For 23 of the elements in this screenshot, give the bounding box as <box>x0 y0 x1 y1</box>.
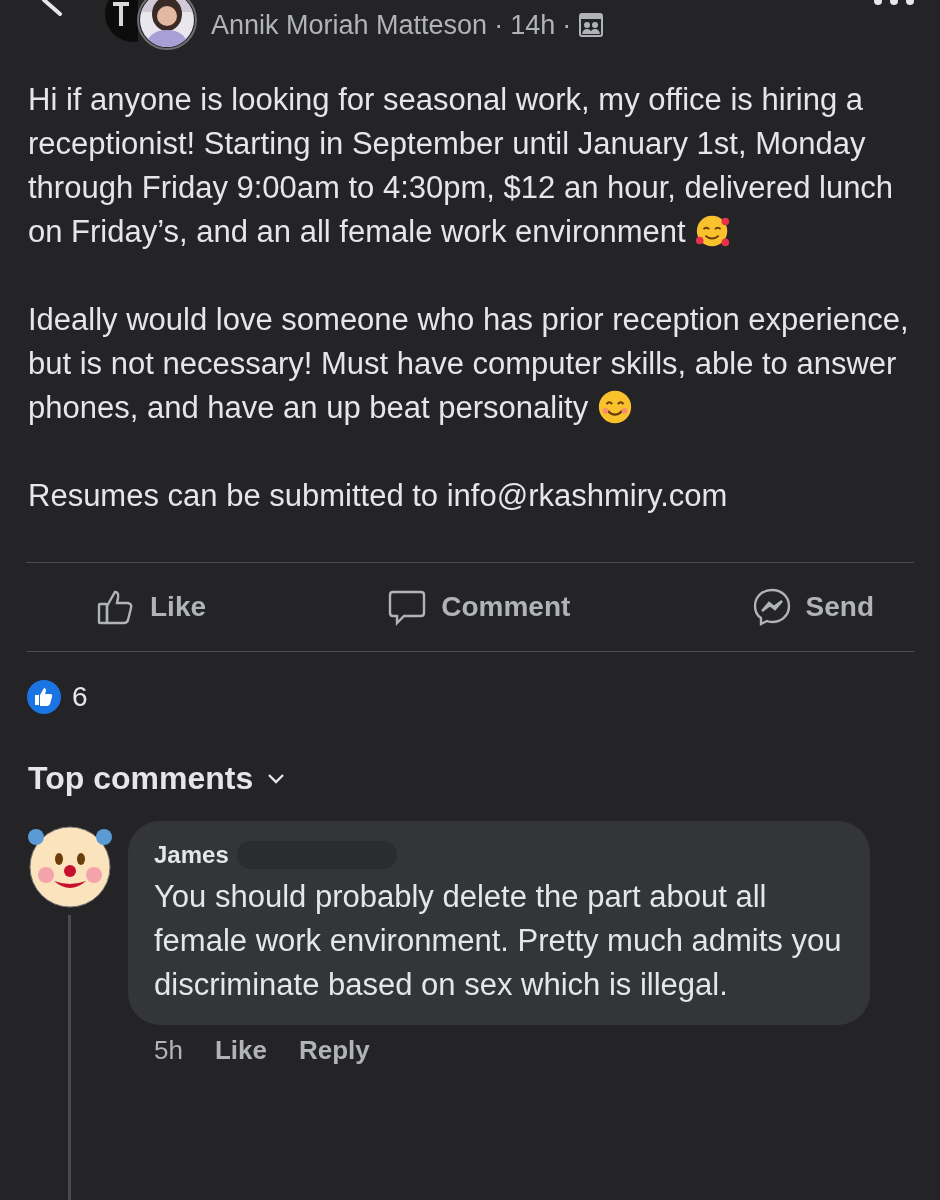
post-text: Hi if anyone is looking for seasonal work, my office is hiring a receptionist! Starting in September until January 1st, Monday through Friday 9:00am to 4:30pm, $12 an hour, delivered lunch on Friday’s, and an all female work environment <box>28 81 895 252</box>
separator: · <box>494 9 504 41</box>
messenger-icon <box>751 587 792 627</box>
post-time[interactable]: 14h <box>510 9 556 41</box>
comment-author[interactable]: James <box>154 841 229 869</box>
reaction-count[interactable]: 6 <box>72 681 88 713</box>
post-text: Ideally would love someone who has prior reception experience, but is not necessary! Must have computer skills, able to answer phones, and have an up beat personality <box>28 301 910 428</box>
comment-time: 5h <box>154 1035 183 1066</box>
group-avatar[interactable] <box>105 0 138 44</box>
reply-link[interactable]: Reply <box>298 1035 370 1066</box>
separator: · <box>562 9 572 41</box>
group-audience-icon <box>578 12 605 38</box>
send-button[interactable]: Send <box>751 587 874 627</box>
post-author[interactable]: Annik Moriah Matteson <box>211 9 488 41</box>
post-text: Resumes can be submitted to info@rkashmiry.com <box>28 477 729 515</box>
like-link[interactable]: Like <box>214 1035 267 1066</box>
comment-sort-dropdown[interactable]: Top comments <box>28 760 286 797</box>
like-reaction-icon <box>26 679 62 715</box>
more-options-icon[interactable] <box>872 0 916 8</box>
comment-text: You should probably delete the part about all female work environment. Pretty much admits you discriminate based on sex which is illegal. <box>154 878 843 1004</box>
chevron-down-icon <box>267 772 286 785</box>
like-button[interactable]: Like <box>96 587 207 627</box>
comment-button[interactable]: Comment <box>387 587 571 627</box>
